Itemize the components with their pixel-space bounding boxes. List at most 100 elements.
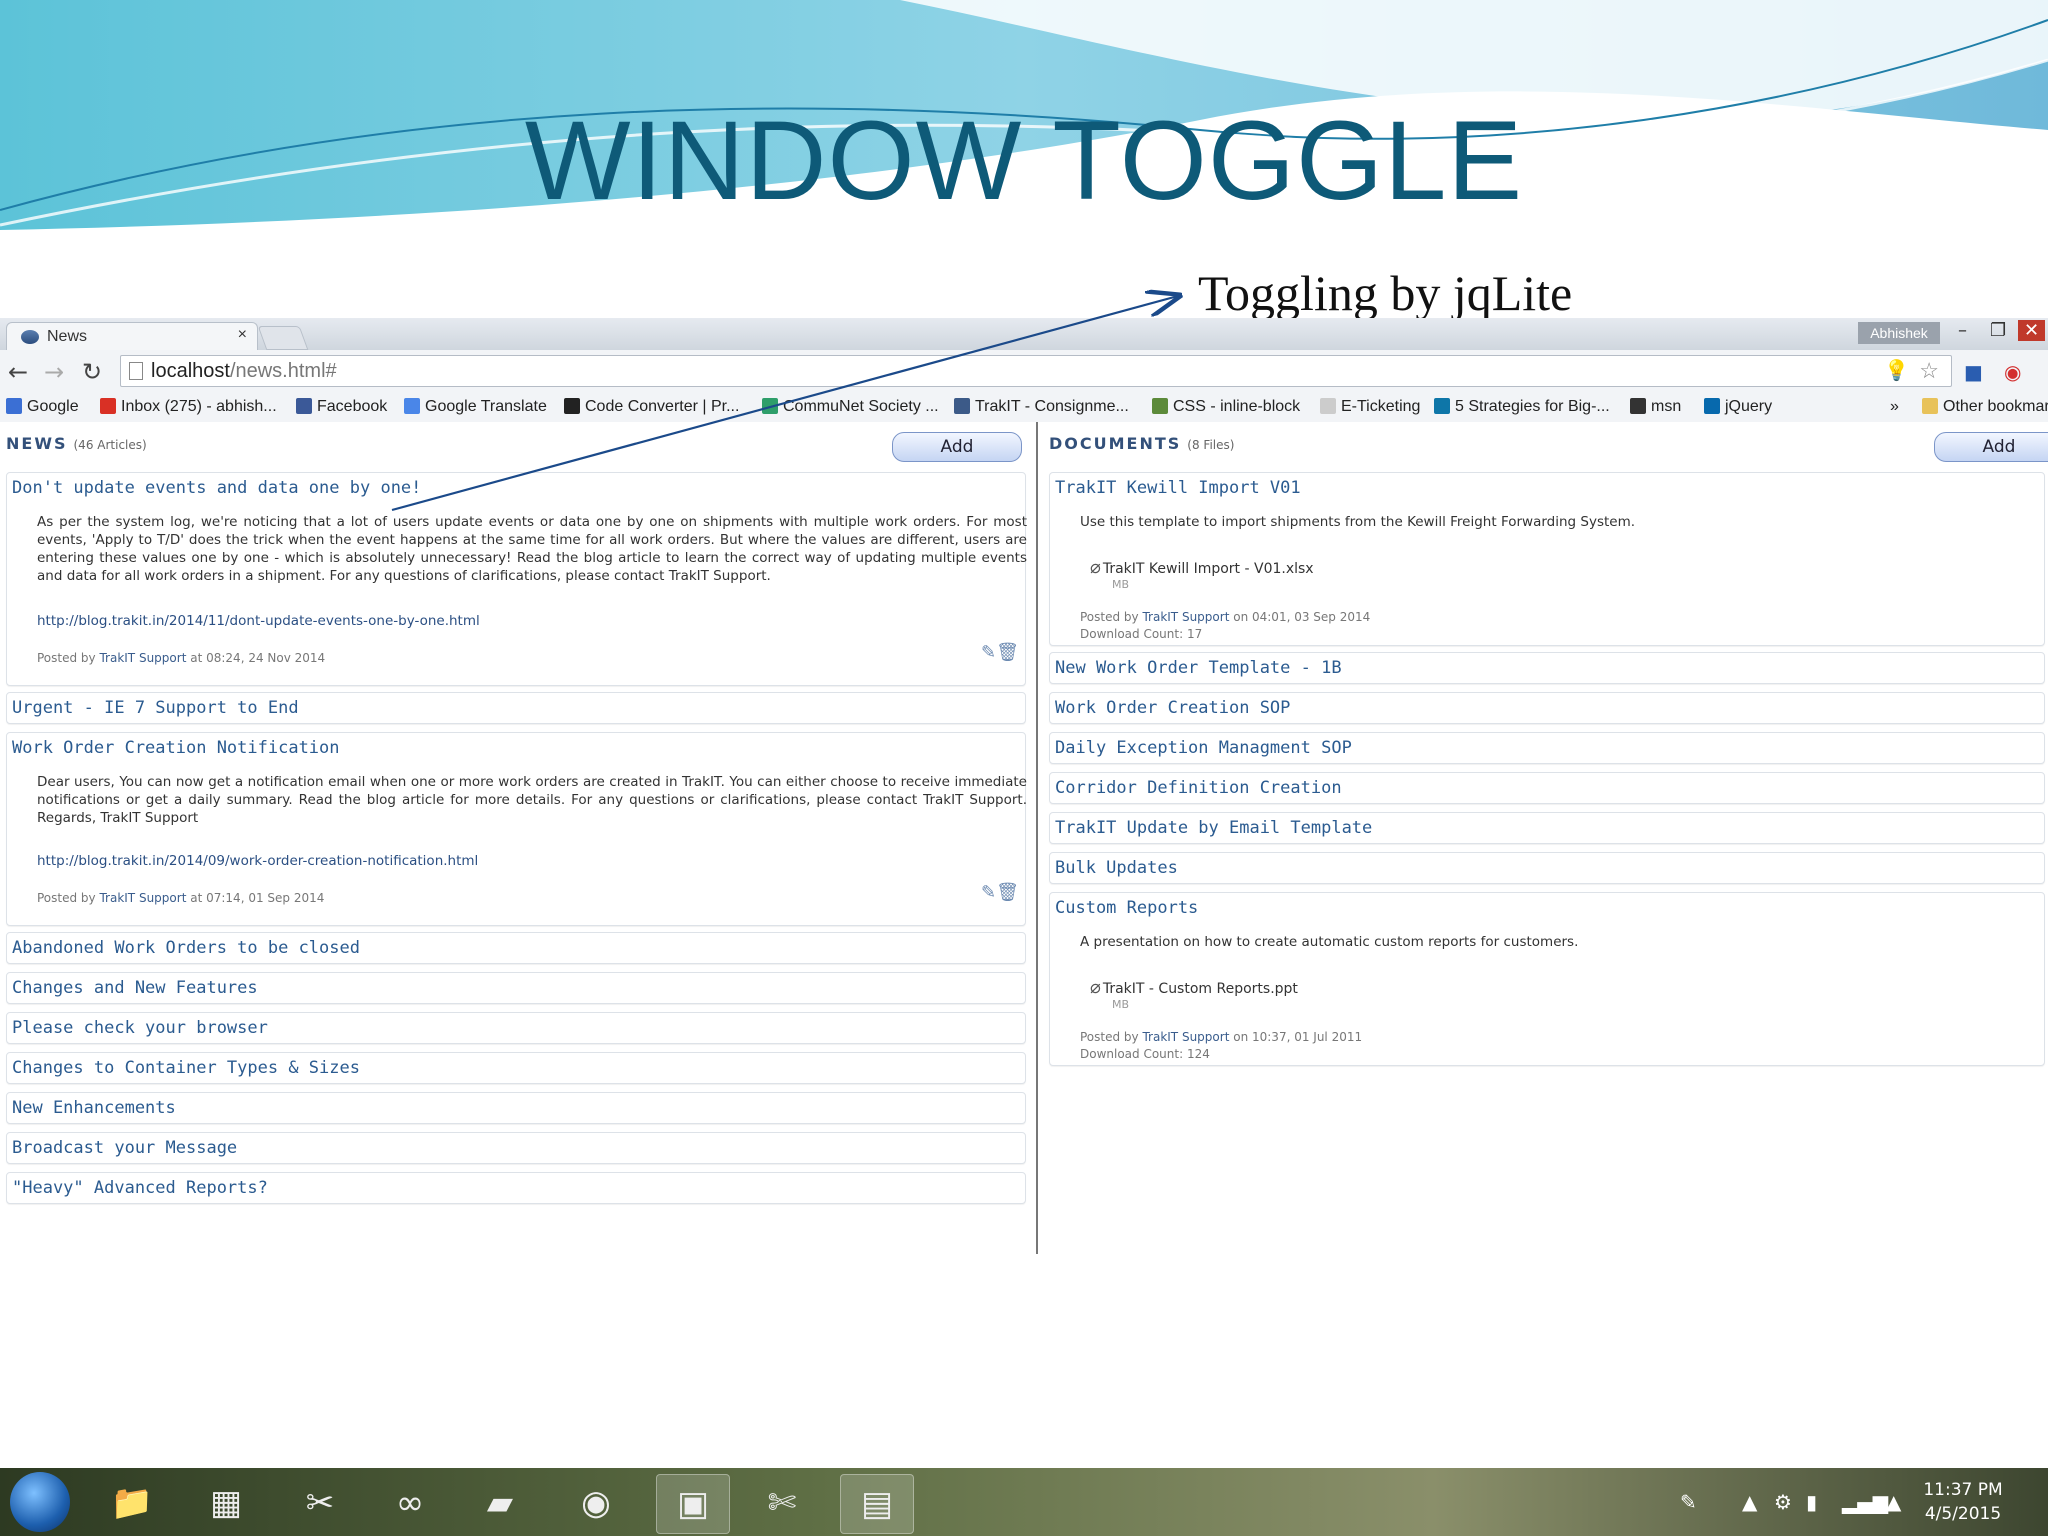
document-expanded[interactable]: TrakIT Kewill Import V01 Use this templat…: [1049, 472, 2045, 646]
document-title[interactable]: Custom Reports: [1055, 898, 1198, 918]
tray-expand-icon[interactable]: ▲: [1742, 1490, 1757, 1514]
signal-tray-icon[interactable]: ▂▄▆: [1842, 1490, 1888, 1514]
posted-by-link[interactable]: TrakIT Support: [1142, 1030, 1229, 1044]
news-add-button[interactable]: Add: [892, 432, 1022, 462]
document-expanded[interactable]: Custom Reports A presentation on how to c…: [1049, 892, 2045, 1066]
news-article-expanded[interactable]: Work Order Creation Notification Dear use…: [6, 732, 1027, 926]
document-collapsed[interactable]: Corridor Definition Creation: [1049, 772, 2045, 804]
bookmark-label: Facebook: [317, 398, 388, 415]
restore-icon[interactable]: ❐: [1990, 320, 2006, 341]
delete-icon[interactable]: 🗑: [996, 882, 1019, 903]
news-article-collapsed[interactable]: "Heavy" Advanced Reports?: [6, 1172, 1026, 1204]
reload-icon[interactable]: ↻: [82, 358, 102, 386]
tab-news[interactable]: News ×: [6, 322, 258, 351]
document-file[interactable]: ⌀ TrakIT - Custom Reports.ppt MB: [1090, 977, 1298, 1011]
posted-by-link[interactable]: TrakIT Support: [99, 891, 186, 905]
document-file-name[interactable]: TrakIT Kewill Import - V01.xlsx: [1103, 561, 1314, 577]
bookmark-item[interactable]: Facebook: [296, 398, 387, 416]
settings-tray-icon[interactable]: ⚙: [1774, 1490, 1792, 1514]
item-title[interactable]: Urgent - IE 7 Support to End: [12, 698, 299, 718]
news-article-collapsed[interactable]: Abandoned Work Orders to be closed: [6, 932, 1026, 964]
bookmark-item[interactable]: CSS - inline-block: [1152, 398, 1300, 416]
item-title[interactable]: Corridor Definition Creation: [1055, 778, 1342, 798]
bookmark-item[interactable]: jQuery: [1704, 398, 1772, 416]
item-title[interactable]: New Enhancements: [12, 1098, 176, 1118]
bulb-icon[interactable]: 💡: [1884, 356, 1909, 386]
document-collapsed[interactable]: Bulk Updates: [1049, 852, 2045, 884]
item-title[interactable]: Abandoned Work Orders to be closed: [12, 938, 360, 958]
edit-icon[interactable]: ✎: [981, 882, 996, 903]
posted-by-link[interactable]: TrakIT Support: [99, 651, 186, 665]
item-title[interactable]: New Work Order Template - 1B: [1055, 658, 1342, 678]
bookmark-item[interactable]: 5 Strategies for Big-...: [1434, 398, 1610, 416]
document-title[interactable]: TrakIT Kewill Import V01: [1055, 478, 1301, 498]
photos-taskbar-icon[interactable]: ▤: [840, 1474, 914, 1534]
news-article-expanded[interactable]: Don't update events and data one by one!…: [6, 472, 1027, 686]
news-article-collapsed[interactable]: Urgent - IE 7 Support to End: [6, 692, 1026, 724]
battery-tray-icon[interactable]: ▮: [1806, 1490, 1817, 1514]
bookmark-item[interactable]: Google: [6, 398, 79, 416]
taskbar-clock[interactable]: 11:37 PM 4/5/2015: [1918, 1478, 2008, 1526]
snipping-taskbar-icon[interactable]: ✄: [746, 1474, 818, 1532]
explorer-taskbar-icon[interactable]: 📁: [96, 1474, 168, 1532]
tools-taskbar-icon[interactable]: ✂: [284, 1474, 356, 1532]
bookmark-item[interactable]: Inbox (275) - abhish...: [100, 398, 277, 416]
bookmarks-more-icon[interactable]: »: [1890, 398, 1899, 416]
vs-taskbar-icon[interactable]: ∞: [374, 1474, 446, 1532]
delete-icon[interactable]: 🗑: [996, 642, 1019, 663]
news-article-collapsed[interactable]: New Enhancements: [6, 1092, 1026, 1124]
opera-extension-icon[interactable]: ◉: [2004, 360, 2021, 384]
item-title[interactable]: Changes and New Features: [12, 978, 258, 998]
document-collapsed[interactable]: New Work Order Template - 1B: [1049, 652, 2045, 684]
bookmark-item[interactable]: msn: [1630, 398, 1681, 416]
item-title[interactable]: Please check your browser: [12, 1018, 268, 1038]
edit-icon[interactable]: ✎: [981, 642, 996, 663]
msn-extension-icon[interactable]: ■: [1964, 360, 1983, 384]
start-button[interactable]: [10, 1472, 70, 1532]
url-field[interactable]: localhost/news.html# 💡 ☆: [120, 355, 1952, 387]
item-title[interactable]: TrakIT Update by Email Template: [1055, 818, 1372, 838]
document-file[interactable]: ⌀ TrakIT Kewill Import - V01.xlsx MB: [1090, 557, 1314, 591]
new-tab-button[interactable]: [257, 326, 309, 350]
bookmark-item[interactable]: TrakIT - Consignme...: [954, 398, 1129, 416]
powerpoint-taskbar-icon[interactable]: ▣: [656, 1474, 730, 1534]
user-badge[interactable]: Abhishek: [1858, 322, 1940, 344]
news-article-collapsed[interactable]: Broadcast your Message: [6, 1132, 1026, 1164]
notes-taskbar-icon[interactable]: ▰: [464, 1474, 536, 1532]
documents-add-button[interactable]: Add: [1934, 432, 2048, 462]
item-title[interactable]: Bulk Updates: [1055, 858, 1178, 878]
slide-title: WINDOW TOGGLE: [524, 98, 1524, 223]
minimize-icon[interactable]: –: [1958, 320, 1967, 341]
tab-close-icon[interactable]: ×: [238, 326, 247, 344]
back-icon[interactable]: ←: [8, 358, 28, 386]
posted-by-link[interactable]: TrakIT Support: [1142, 610, 1229, 624]
document-collapsed[interactable]: TrakIT Update by Email Template: [1049, 812, 2045, 844]
bookmark-item[interactable]: Google Translate: [404, 398, 547, 416]
bookmark-item[interactable]: E-Ticketing: [1320, 398, 1420, 416]
item-title[interactable]: Broadcast your Message: [12, 1138, 237, 1158]
news-article-collapsed[interactable]: Changes to Container Types & Sizes: [6, 1052, 1026, 1084]
item-title[interactable]: Changes to Container Types & Sizes: [12, 1058, 360, 1078]
calculator-taskbar-icon[interactable]: ▦: [190, 1474, 262, 1532]
news-article-title[interactable]: Work Order Creation Notification: [12, 738, 340, 758]
other-bookmarks[interactable]: Other bookmarks: [1922, 398, 2048, 416]
bookmark-item[interactable]: CommuNet Society ...: [762, 398, 939, 416]
item-title[interactable]: Daily Exception Managment SOP: [1055, 738, 1352, 758]
item-title[interactable]: "Heavy" Advanced Reports?: [12, 1178, 268, 1198]
item-title[interactable]: Work Order Creation SOP: [1055, 698, 1290, 718]
forward-icon[interactable]: →: [44, 358, 64, 386]
document-file-name[interactable]: TrakIT - Custom Reports.ppt: [1103, 981, 1298, 997]
bookmark-item[interactable]: Code Converter | Pr...: [564, 398, 739, 416]
star-icon[interactable]: ☆: [1919, 356, 1939, 386]
news-article-link[interactable]: http://blog.trakit.in/2014/11/dont-updat…: [37, 613, 480, 629]
news-article-collapsed[interactable]: Please check your browser: [6, 1012, 1026, 1044]
document-collapsed[interactable]: Work Order Creation SOP: [1049, 692, 2045, 724]
document-collapsed[interactable]: Daily Exception Managment SOP: [1049, 732, 2045, 764]
close-window-icon[interactable]: ✕: [2018, 320, 2046, 341]
news-article-title[interactable]: Don't update events and data one by one!: [12, 478, 421, 498]
news-article-collapsed[interactable]: Changes and New Features: [6, 972, 1026, 1004]
chrome-taskbar-icon[interactable]: ◉: [560, 1474, 632, 1532]
pen-tray-icon[interactable]: ✎: [1680, 1490, 1697, 1514]
drive-tray-icon[interactable]: ▲: [1886, 1490, 1901, 1514]
news-article-link[interactable]: http://blog.trakit.in/2014/09/work-order…: [37, 853, 478, 869]
